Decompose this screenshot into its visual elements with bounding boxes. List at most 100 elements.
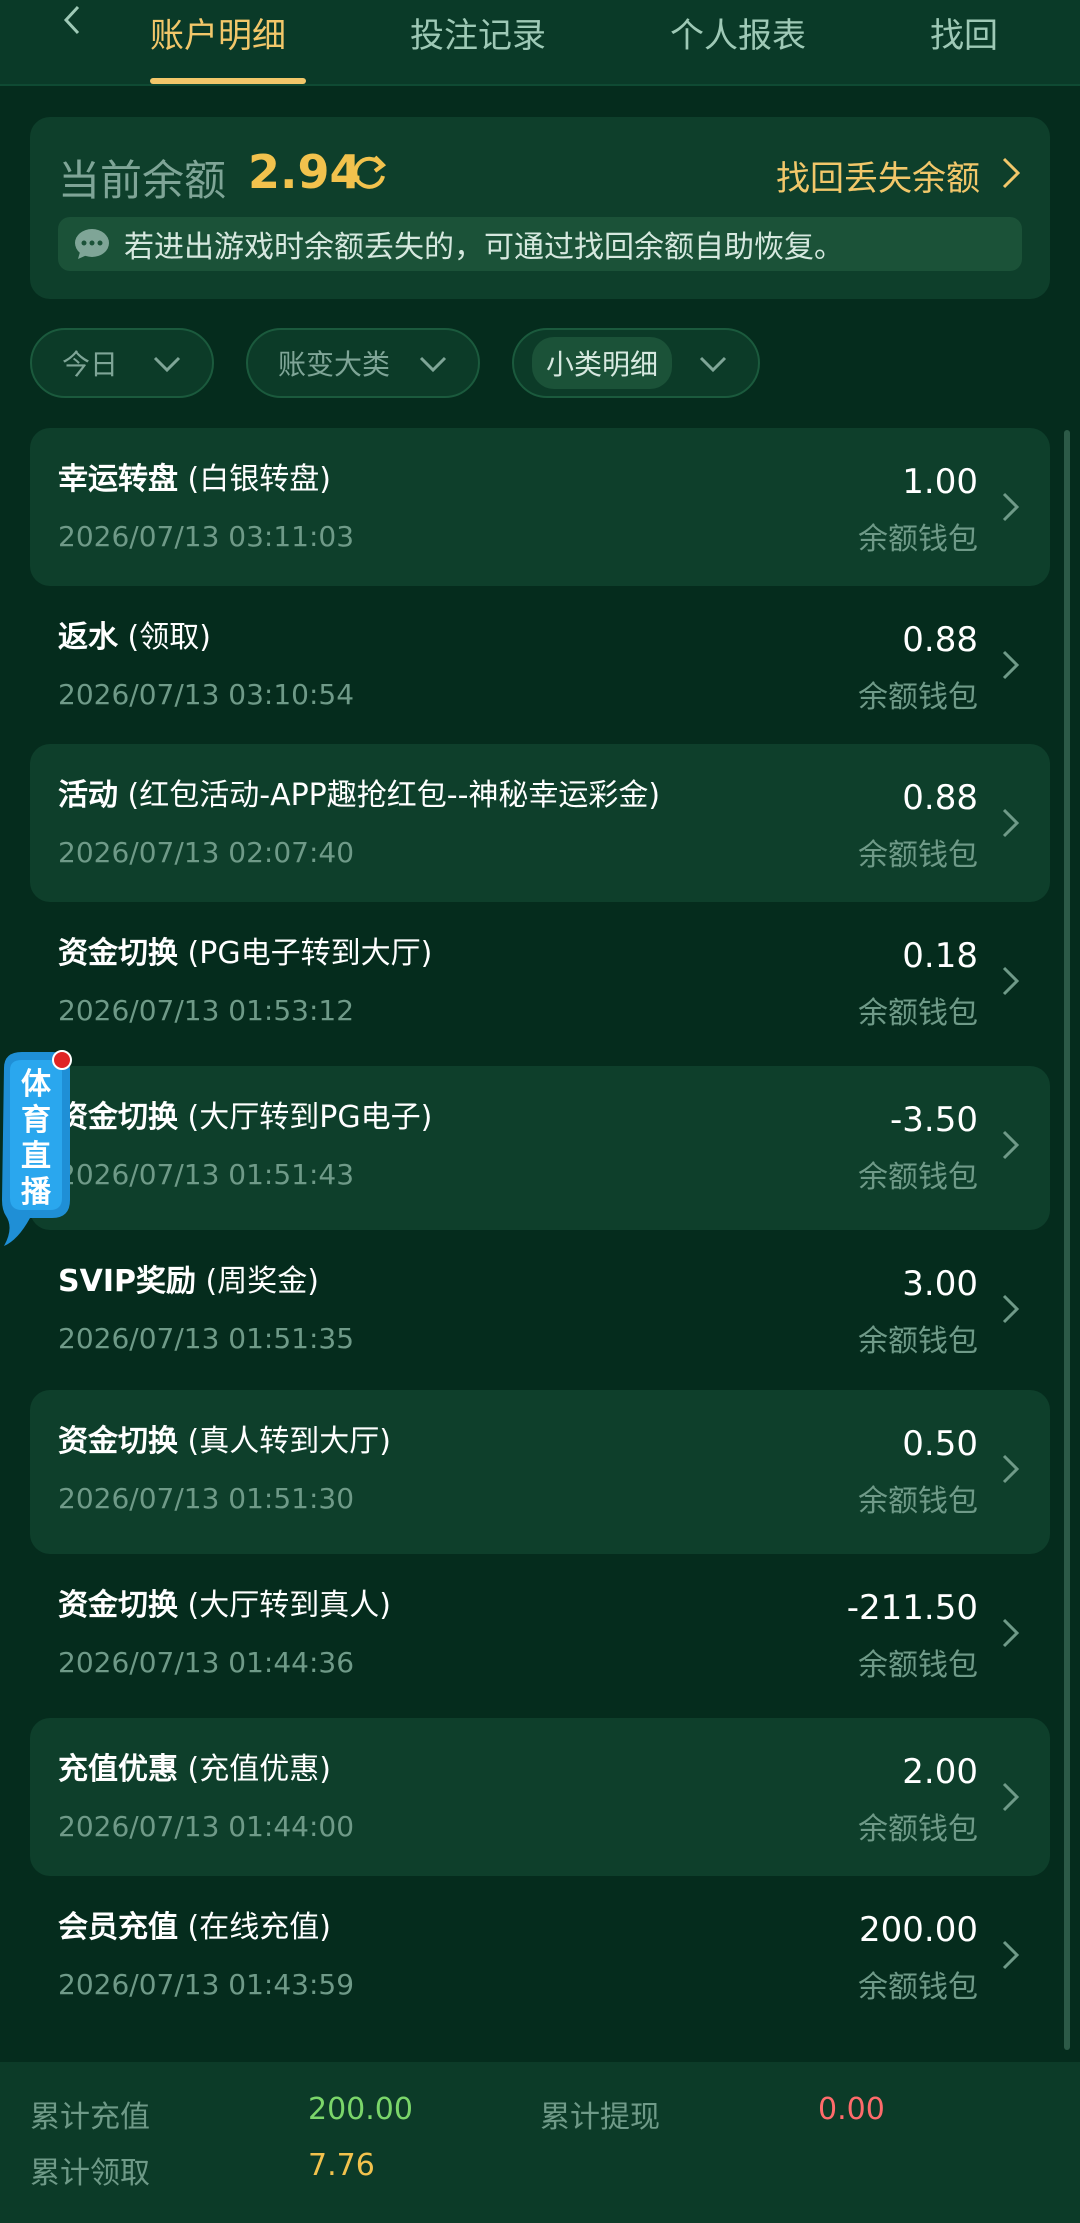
chevron-down-icon — [699, 356, 727, 373]
list-item[interactable]: 会员充值 (在线充值) 2026/07/13 01:43:59 200.00 余… — [30, 1876, 1050, 2034]
record-amount: -3.50 — [890, 1100, 978, 1140]
chevron-right-icon — [1002, 492, 1020, 522]
total-withdraw-value: 0.00 — [818, 2092, 885, 2127]
chevron-right-icon — [1002, 1618, 1020, 1648]
record-time: 2026/07/13 03:10:54 — [58, 678, 355, 711]
total-claim-value: 7.76 — [308, 2148, 375, 2183]
record-type: 充值优惠 — [58, 1752, 178, 1787]
record-type: 会员充值 — [58, 1910, 178, 1945]
record-title: 资金切换 (大厅转到PG电子) — [58, 1092, 432, 1136]
record-subtype: (红包活动-APP趣抢红包--神秘幸运彩金) — [118, 778, 661, 813]
list-item[interactable]: 充值优惠 (充值优惠) 2026/07/13 01:44:00 2.00 余额钱… — [30, 1718, 1050, 1876]
chat-bubble-icon — [75, 229, 109, 259]
record-wallet: 余额钱包 — [858, 1160, 978, 1195]
record-title: SVIP奖励 (周奖金) — [58, 1256, 319, 1300]
category-filter-dropdown[interactable]: 账变大类 — [246, 328, 480, 398]
record-type: 资金切换 — [58, 936, 178, 971]
chevron-right-icon — [1002, 1940, 1020, 1970]
record-wallet: 余额钱包 — [858, 1648, 978, 1683]
summary-footer: 累计充值 200.00 累计提现 0.00 累计领取 7.76 — [0, 2062, 1080, 2223]
record-subtype: (大厅转到真人) — [178, 1588, 391, 1623]
chevron-right-icon — [1002, 1782, 1020, 1812]
record-title: 会员充值 (在线充值) — [58, 1902, 331, 1946]
chevron-right-icon — [1002, 650, 1020, 680]
record-amount: 2.00 — [902, 1752, 978, 1792]
record-amount: 0.50 — [902, 1424, 978, 1464]
record-title: 资金切换 (大厅转到真人) — [58, 1580, 391, 1624]
record-amount: 0.88 — [902, 620, 978, 660]
account-details-page: 账户明细 投注记录 个人报表 找回 当前余额 2.94 找回丢失余额 若进出游戏… — [0, 0, 1080, 2223]
category-filter-label: 账变大类 — [278, 348, 391, 381]
chevron-right-icon — [1002, 966, 1020, 996]
list-item[interactable]: SVIP奖励 (周奖金) 2026/07/13 01:51:35 3.00 余额… — [30, 1230, 1050, 1390]
record-time: 2026/07/13 01:44:00 — [58, 1810, 355, 1843]
record-type: 资金切换 — [58, 1100, 178, 1135]
tab-personal-report[interactable]: 个人报表 — [670, 8, 806, 57]
record-wallet: 余额钱包 — [858, 996, 978, 1031]
record-type: 活动 — [58, 778, 118, 813]
svg-text:直: 直 — [21, 1139, 51, 1174]
record-time: 2026/07/13 01:51:30 — [58, 1482, 355, 1515]
chevron-down-icon — [153, 356, 181, 373]
svg-text:播: 播 — [21, 1175, 52, 1210]
chevron-right-icon — [1002, 1294, 1020, 1324]
record-time: 2026/07/13 01:43:59 — [58, 1968, 355, 2001]
record-wallet: 余额钱包 — [858, 1970, 978, 2005]
subcategory-filter-dropdown[interactable]: 小类明细 — [512, 328, 760, 398]
date-filter-dropdown[interactable]: 今日 — [30, 328, 214, 398]
chevron-right-icon — [1002, 1454, 1020, 1484]
record-subtype: (在线充值) — [178, 1910, 331, 1945]
record-wallet: 余额钱包 — [858, 522, 978, 557]
svg-text:育: 育 — [21, 1103, 51, 1138]
list-item[interactable]: 活动 (红包活动-APP趣抢红包--神秘幸运彩金) 2026/07/13 02:… — [30, 744, 1050, 902]
list-item[interactable]: 返水 (领取) 2026/07/13 03:10:54 0.88 余额钱包 — [30, 586, 1050, 744]
record-title: 返水 (领取) — [58, 612, 211, 656]
record-wallet: 余额钱包 — [858, 1324, 978, 1359]
record-title: 资金切换 (PG电子转到大厅) — [58, 928, 432, 972]
record-wallet: 余额钱包 — [858, 1484, 978, 1519]
sport-live-icon: 体 育 直 播 — [2, 1050, 72, 1246]
list-item[interactable]: 资金切换 (真人转到大厅) 2026/07/13 01:51:30 0.50 余… — [30, 1390, 1050, 1554]
chevron-right-icon — [1002, 1130, 1020, 1160]
record-subtype: (真人转到大厅) — [178, 1424, 391, 1459]
chevron-down-icon — [419, 356, 447, 373]
chevron-right-icon — [1002, 808, 1020, 838]
record-type: 资金切换 — [58, 1424, 178, 1459]
record-subtype: (大厅转到PG电子) — [178, 1100, 433, 1135]
record-subtype: (白银转盘) — [178, 462, 331, 497]
subcategory-filter-label: 小类明细 — [532, 337, 673, 389]
record-time: 2026/07/13 01:51:35 — [58, 1322, 355, 1355]
list-scrollbar[interactable] — [1064, 430, 1070, 2050]
record-title: 幸运转盘 (白银转盘) — [58, 454, 331, 498]
record-time: 2026/07/13 01:51:43 — [58, 1158, 355, 1191]
record-time: 2026/07/13 01:53:12 — [58, 994, 355, 1027]
record-wallet: 余额钱包 — [858, 680, 978, 715]
tab-account-details[interactable]: 账户明细 — [150, 8, 286, 57]
record-title: 活动 (红包活动-APP趣抢红包--神秘幸运彩金) — [58, 770, 660, 814]
chevron-right-icon[interactable] — [998, 155, 1024, 191]
balance-label: 当前余额 — [58, 156, 227, 205]
record-subtype: (PG电子转到大厅) — [178, 936, 433, 971]
sport-live-badge[interactable]: 体 育 直 播 — [0, 1050, 74, 1250]
balance-card: 当前余额 2.94 找回丢失余额 若进出游戏时余额丢失的，可通过找回余额自助恢复… — [30, 117, 1050, 299]
total-claim-label: 累计领取 — [30, 2156, 150, 2191]
refresh-icon[interactable] — [348, 151, 390, 193]
record-amount: 0.88 — [902, 778, 978, 818]
record-title: 充值优惠 (充值优惠) — [58, 1744, 331, 1788]
tab-recover[interactable]: 找回 — [930, 8, 1080, 57]
recover-balance-link[interactable]: 找回丢失余额 — [776, 151, 980, 200]
tab-bet-records[interactable]: 投注记录 — [410, 8, 546, 57]
list-item[interactable]: 资金切换 (大厅转到真人) 2026/07/13 01:44:36 -211.5… — [30, 1554, 1050, 1718]
record-time: 2026/07/13 02:07:40 — [58, 836, 355, 869]
list-item[interactable]: 资金切换 (PG电子转到大厅) 2026/07/13 01:53:12 0.18… — [30, 902, 1050, 1066]
record-type: 资金切换 — [58, 1588, 178, 1623]
record-subtype: (充值优惠) — [178, 1752, 331, 1787]
record-subtype: (领取) — [118, 620, 211, 655]
total-deposit-label: 累计充值 — [30, 2100, 150, 2135]
record-type: 幸运转盘 — [58, 462, 178, 497]
back-button[interactable] — [52, 0, 92, 40]
list-item[interactable]: 幸运转盘 (白银转盘) 2026/07/13 03:11:03 1.00 余额钱… — [30, 428, 1050, 586]
record-amount: 0.18 — [902, 936, 978, 976]
list-item[interactable]: 资金切换 (大厅转到PG电子) 2026/07/13 01:51:43 -3.5… — [30, 1066, 1050, 1230]
date-filter-label: 今日 — [62, 348, 119, 381]
